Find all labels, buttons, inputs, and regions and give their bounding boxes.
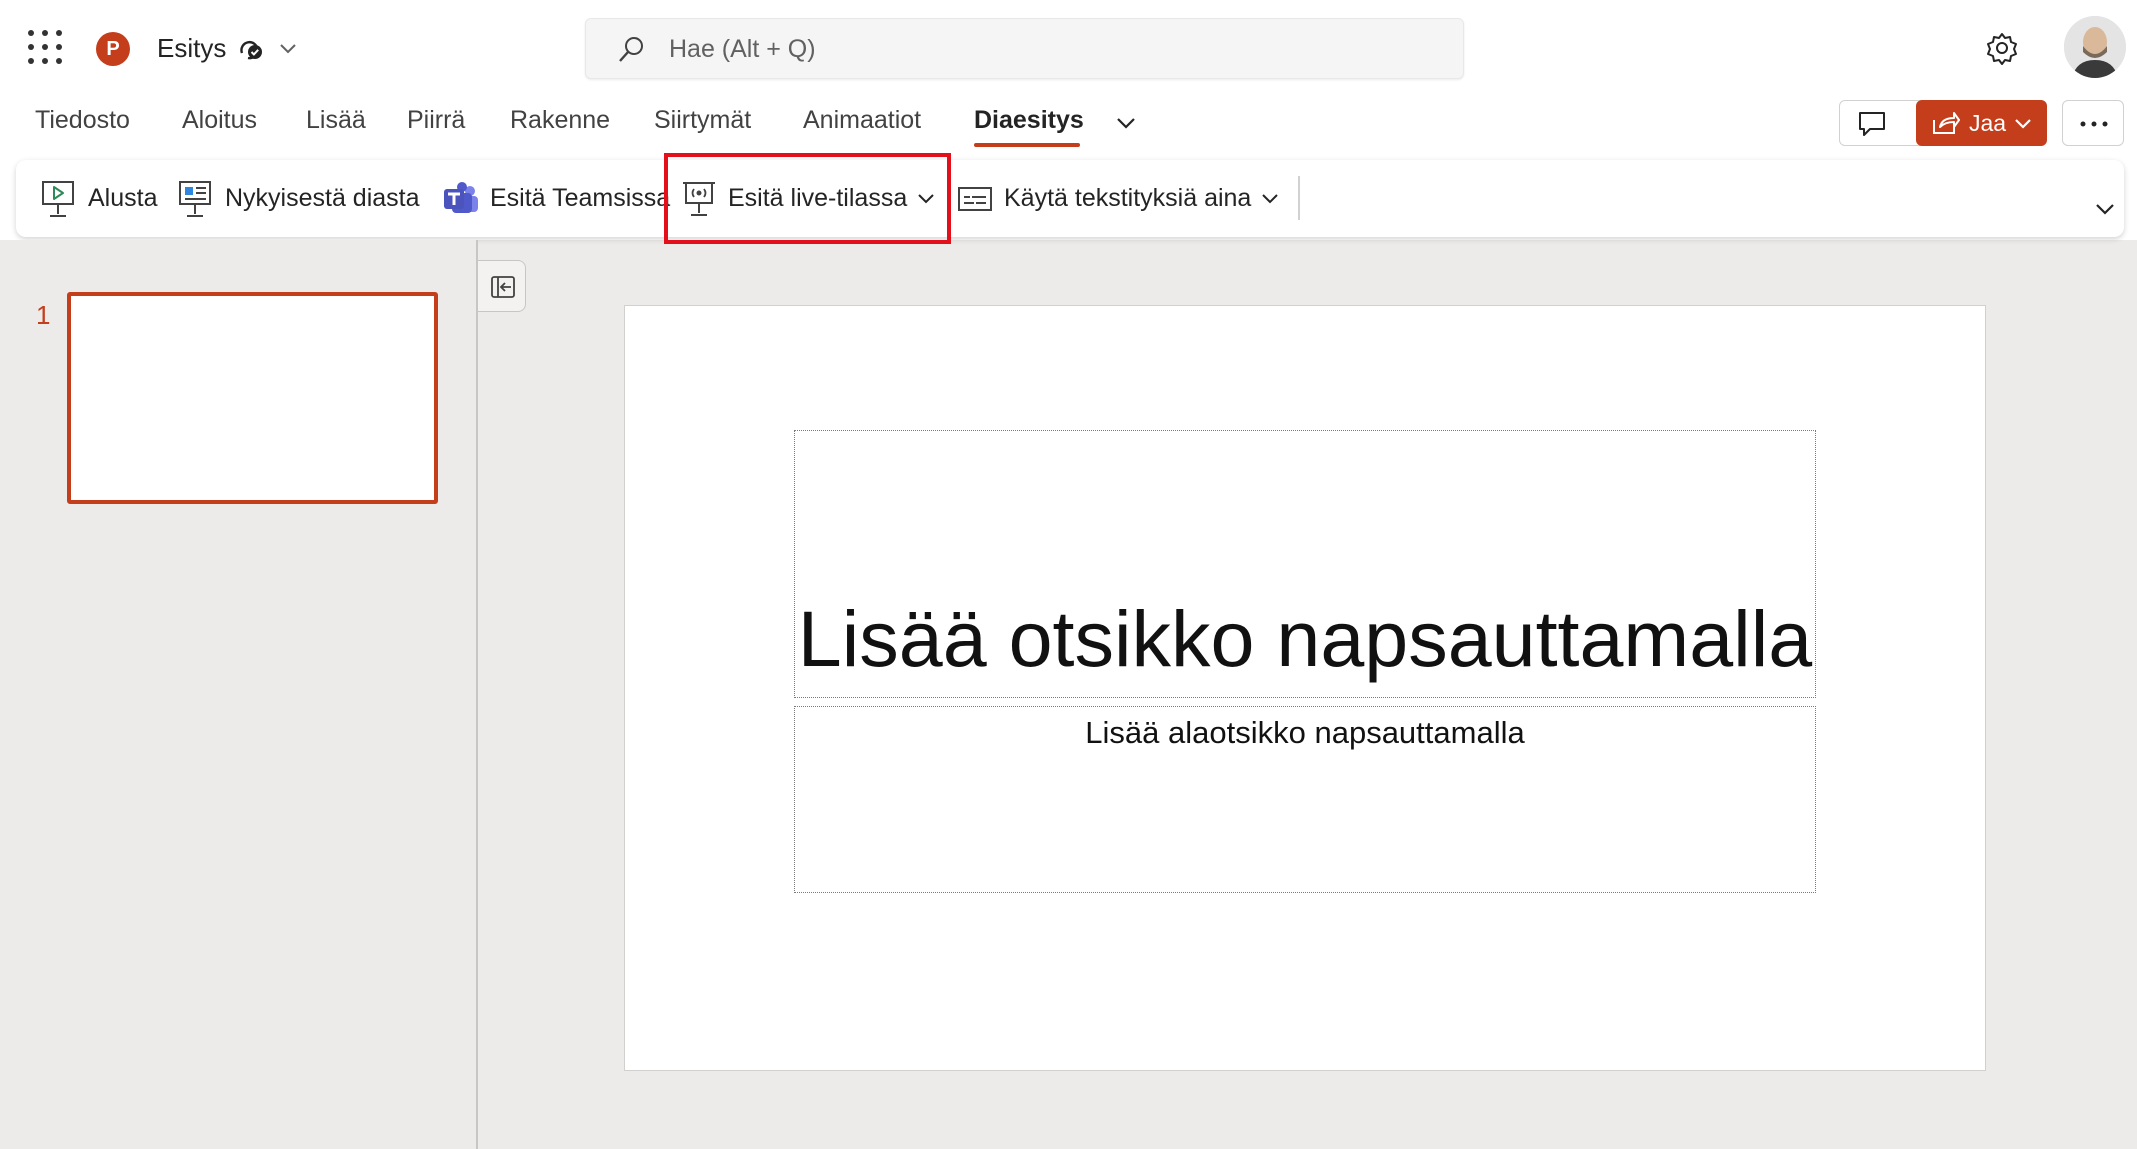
- ribbon-toolbar: Alusta Nykyisestä diasta Esitä Teamsissa: [16, 160, 2124, 237]
- tab-animations[interactable]: Animaatiot: [803, 106, 921, 135]
- from-current-slide-label: Nykyisestä diasta: [225, 184, 420, 212]
- slide-thumbnail[interactable]: [67, 292, 438, 504]
- slide-number: 1: [36, 300, 51, 330]
- teams-icon: [444, 181, 478, 213]
- present-in-teams-button[interactable]: Esitä Teamsissa: [442, 160, 670, 237]
- more-icon: [2080, 121, 2108, 127]
- present-from-start-icon: [42, 180, 74, 217]
- captions-icon: [958, 186, 992, 211]
- search-box[interactable]: Hae (Alt + Q): [585, 18, 1464, 79]
- chevron-down-icon[interactable]: [1259, 188, 1281, 210]
- search-icon: [619, 37, 643, 62]
- title-placeholder[interactable]: Lisää otsikko napsauttamalla: [794, 430, 1816, 698]
- tab-home[interactable]: Aloitus: [182, 106, 257, 135]
- gear-icon[interactable]: [1984, 30, 2020, 66]
- collapse-pane-button[interactable]: [478, 260, 526, 312]
- share-icon: [1933, 112, 1960, 134]
- always-use-subtitles-label: Käytä tekstityksiä aina: [1004, 184, 1252, 212]
- subtitle-placeholder-text: Lisää alaotsikko napsauttamalla: [1085, 715, 1525, 750]
- active-tab-indicator: [974, 143, 1080, 147]
- tab-draw[interactable]: Piirrä: [407, 106, 465, 135]
- more-options-button[interactable]: [2062, 100, 2124, 146]
- toolbar-separator: [1298, 176, 1300, 220]
- search-placeholder: Hae (Alt + Q): [669, 35, 816, 63]
- chevron-down-icon[interactable]: [1112, 109, 1140, 137]
- tab-slideshow[interactable]: Diaesitys: [974, 106, 1084, 135]
- powerpoint-logo-icon: P: [96, 32, 134, 66]
- share-button[interactable]: Jaa: [1916, 100, 2047, 146]
- app-launcher-icon[interactable]: [28, 30, 62, 64]
- saved-status-icon: [240, 40, 262, 60]
- document-title[interactable]: Esitys: [157, 33, 226, 64]
- chevron-down-icon[interactable]: [276, 36, 300, 60]
- comment-icon: [1859, 112, 1885, 136]
- always-use-subtitles-button[interactable]: Käytä tekstityksiä aina: [956, 160, 1281, 237]
- expand-ribbon-icon[interactable]: [2092, 196, 2118, 222]
- subtitle-placeholder[interactable]: Lisää alaotsikko napsauttamalla: [794, 706, 1816, 893]
- highlight-annotation: [664, 153, 951, 244]
- avatar[interactable]: [2064, 16, 2126, 78]
- collapse-pane-icon: [491, 276, 515, 298]
- person-icon: [2064, 16, 2126, 78]
- tab-design[interactable]: Rakenne: [510, 106, 610, 135]
- title-placeholder-text: Lisää otsikko napsauttamalla: [797, 594, 1813, 683]
- present-in-teams-label: Esitä Teamsissa: [490, 184, 671, 212]
- tab-insert[interactable]: Lisää: [306, 106, 366, 135]
- from-current-slide-button[interactable]: Nykyisestä diasta: [177, 160, 420, 237]
- from-beginning-button[interactable]: Alusta: [40, 160, 157, 237]
- chevron-down-icon: [2015, 119, 2031, 129]
- from-beginning-label: Alusta: [88, 184, 158, 212]
- share-label: Jaa: [1969, 110, 2007, 136]
- tab-transitions[interactable]: Siirtymät: [654, 106, 751, 135]
- tab-file[interactable]: Tiedosto: [35, 106, 130, 135]
- present-from-current-icon: [179, 180, 211, 217]
